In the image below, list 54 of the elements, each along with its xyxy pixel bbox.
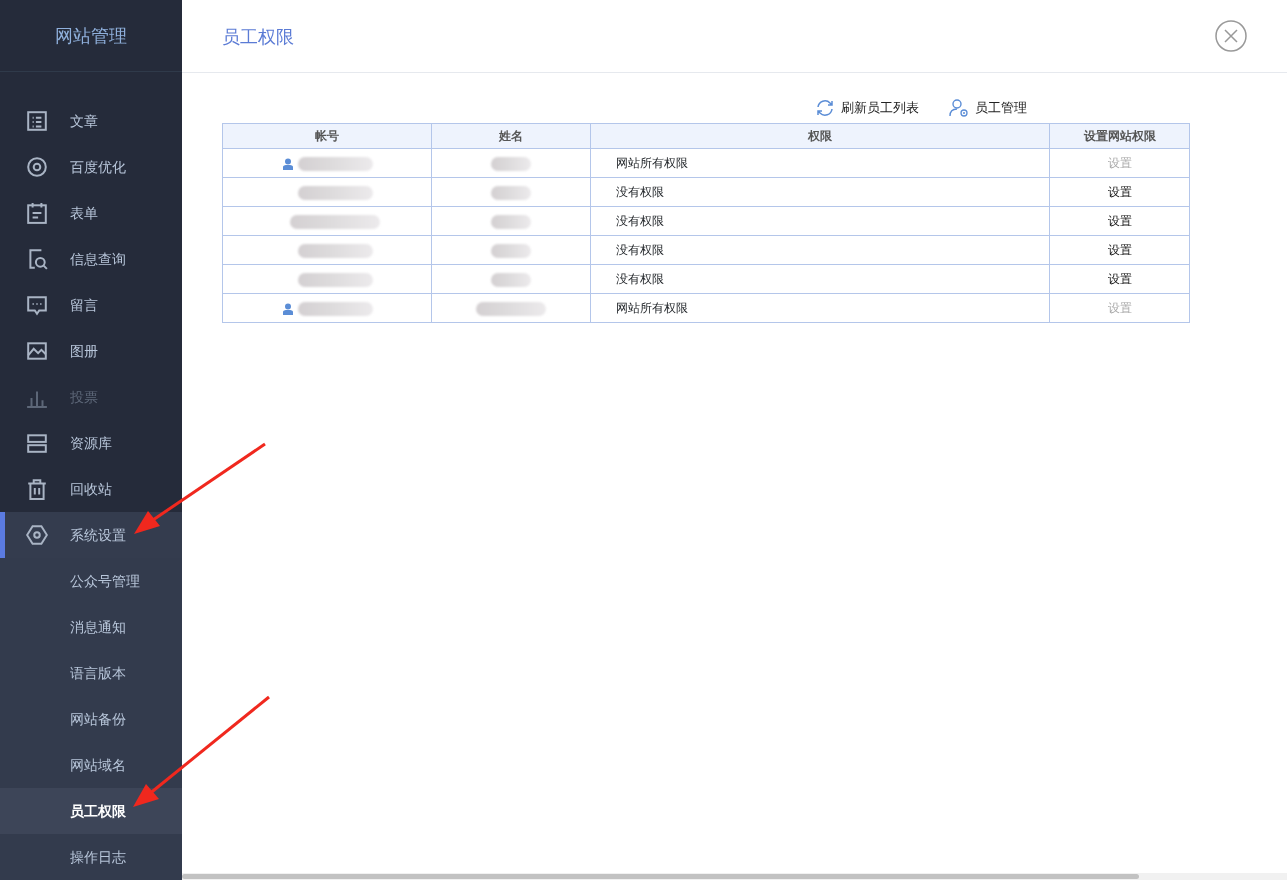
set-link[interactable]: 设置 — [1107, 212, 1132, 230]
sidebar-item[interactable]: 表单 — [0, 190, 182, 236]
page-title: 员工权限 — [222, 24, 294, 49]
sidebar-item[interactable]: 文章 — [0, 98, 182, 144]
redacted-text — [476, 301, 546, 316]
set-link[interactable]: 设置 — [1107, 270, 1132, 288]
sidebar-item[interactable]: 百度优化 — [0, 144, 182, 190]
submenu-item[interactable]: 公众号管理 — [0, 558, 182, 604]
submenu-item[interactable]: 网站备份 — [0, 696, 182, 742]
target-icon — [26, 156, 48, 178]
submenu-item[interactable]: 操作日志 — [0, 834, 182, 880]
horizontal-scrollbar[interactable] — [182, 873, 1287, 880]
set-link[interactable]: 设置 — [1107, 183, 1132, 201]
sidebar-item[interactable]: 系统设置 — [0, 512, 182, 558]
user-icon — [281, 157, 294, 170]
table-cell: 没有权限 — [590, 177, 1050, 207]
table-cell: 网站所有权限 — [590, 293, 1050, 323]
set-link[interactable]: 设置 — [1107, 241, 1132, 259]
toolbar-button[interactable]: 刷新员工列表 — [815, 98, 919, 118]
column-header: 姓名 — [431, 123, 591, 149]
chat-icon — [26, 294, 48, 316]
table-cell: 网站所有权限 — [590, 148, 1050, 178]
image-icon — [26, 340, 48, 362]
submenu-item[interactable]: 语言版本 — [0, 650, 182, 696]
trash-icon — [26, 478, 48, 500]
sidebar-item[interactable]: 信息查询 — [0, 236, 182, 282]
redacted-text — [491, 214, 531, 229]
user-gear-icon — [949, 98, 969, 118]
redacted-text — [491, 185, 531, 200]
column-header: 帐号 — [222, 123, 432, 149]
clipboard-icon — [26, 202, 48, 224]
storage-icon — [26, 432, 48, 454]
column-header: 权限 — [590, 123, 1050, 149]
close-button[interactable] — [1215, 20, 1247, 52]
user-icon — [281, 302, 294, 315]
sidebar-item[interactable]: 资源库 — [0, 420, 182, 466]
sidebar-item[interactable]: 留言 — [0, 282, 182, 328]
redacted-text — [491, 243, 531, 258]
sidebar-item[interactable]: 图册 — [0, 328, 182, 374]
settings-icon — [26, 524, 48, 546]
table-cell: 没有权限 — [590, 206, 1050, 236]
submenu-item[interactable]: 员工权限 — [0, 788, 182, 834]
table-cell: 没有权限 — [590, 264, 1050, 294]
refresh-icon — [815, 98, 835, 118]
table-cell: 没有权限 — [590, 235, 1050, 265]
list-icon — [26, 110, 48, 132]
submenu-item[interactable]: 消息通知 — [0, 604, 182, 650]
redacted-text — [491, 272, 531, 287]
redacted-text — [491, 156, 531, 171]
column-header: 设置网站权限 — [1049, 123, 1190, 149]
submenu-item[interactable]: 网站域名 — [0, 742, 182, 788]
toolbar-button[interactable]: 员工管理 — [949, 98, 1027, 118]
search-document-icon — [26, 248, 48, 270]
sidebar-item[interactable]: 回收站 — [0, 466, 182, 512]
